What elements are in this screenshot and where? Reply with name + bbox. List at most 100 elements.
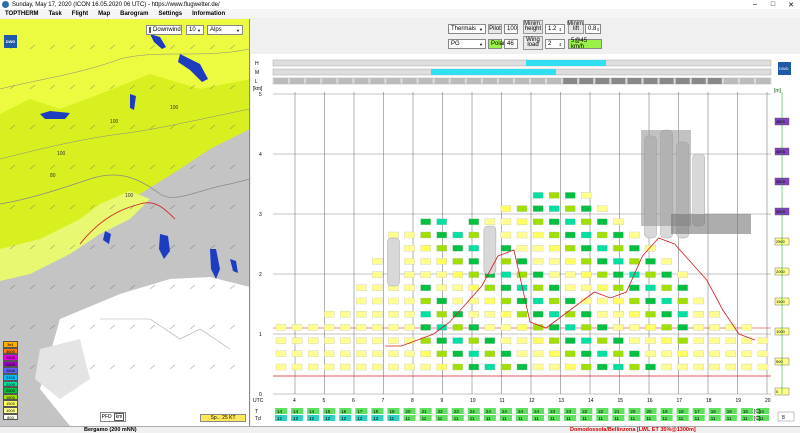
thermal-cell <box>613 350 624 357</box>
t-value: 14 <box>293 409 299 414</box>
min-height-input[interactable]: 1.2 ⇕ <box>545 24 565 34</box>
menu-information[interactable]: Information <box>187 11 230 17</box>
thermal-cell <box>340 311 351 318</box>
thermal-cell <box>532 271 544 278</box>
thermal-cell <box>404 231 415 239</box>
minimize-icon[interactable]: – <box>746 1 764 9</box>
thermal-cell <box>645 271 656 278</box>
thermal-cell <box>532 350 544 357</box>
pfd-button[interactable]: PFD km <box>100 412 126 422</box>
menu-flight[interactable]: Flight <box>67 11 93 17</box>
polar-input[interactable]: 46 <box>504 39 518 49</box>
spinner-icon[interactable]: ⇕ <box>559 42 562 47</box>
t-value: 16 <box>711 409 717 414</box>
spinner-icon[interactable]: ⇕ <box>559 27 562 32</box>
window-controls: – □ ✕ <box>746 1 800 9</box>
thermal-cell <box>388 337 399 344</box>
thermal-cell <box>629 311 640 318</box>
thermal-cell <box>548 192 560 199</box>
level-select[interactable]: 10 ▼ <box>186 25 204 35</box>
thermal-cell <box>516 205 528 212</box>
thermal-cell <box>581 231 592 239</box>
wing-load-input[interactable]: 2 ⇕ <box>545 39 565 49</box>
t-value: 16 <box>341 409 347 414</box>
thermal-cell <box>500 284 512 291</box>
app-icon <box>2 1 9 8</box>
thermal-chart-svg[interactable]: HML[km]012345UTC 4 5 6 7 8 9 10 11 12 13 14 15 16 17 18… <box>251 54 800 426</box>
thermal-cell <box>388 324 399 331</box>
thermal-cell <box>388 231 399 239</box>
thermal-cell <box>452 231 463 239</box>
menu-barogram[interactable]: Barogram <box>115 11 153 17</box>
thermal-cell <box>629 363 640 371</box>
low-cloud-cell <box>290 78 305 84</box>
thermal-cell <box>452 297 463 305</box>
thermal-cell <box>597 258 608 265</box>
min-lift-input[interactable]: 0.8 ⇕ <box>585 24 601 34</box>
menu-toptherm[interactable]: TOPTHERM <box>0 11 44 17</box>
pilot-input[interactable]: 100 <box>504 24 518 34</box>
contour-label: 100 <box>170 105 179 111</box>
low-cloud-cell <box>450 78 465 84</box>
low-cloud-cell <box>723 78 738 84</box>
thermal-cell <box>324 324 335 331</box>
thermal-cell <box>548 245 560 252</box>
thermal-cell <box>500 218 512 225</box>
thermal-cell <box>581 245 592 252</box>
thermal-cell <box>468 337 479 344</box>
low-cloud-cell <box>579 78 594 84</box>
t-value: 20 <box>630 409 636 414</box>
thermal-cell <box>436 231 447 239</box>
mode-select[interactable]: Thermals ▼ <box>448 24 486 34</box>
menu-settings[interactable]: Settings <box>153 11 187 17</box>
menu-map[interactable]: Map <box>93 11 115 17</box>
td-value: 11 <box>582 416 587 421</box>
thermal-cell <box>597 231 608 239</box>
color-legend: 3e1 3600 3000 2800 2600 2400 2200 2000 1800 1500 1… <box>3 341 18 421</box>
chevron-down-icon[interactable]: ▼ <box>236 28 240 33</box>
checkbox-icon[interactable] <box>149 27 151 33</box>
t-value: 24 <box>518 409 524 414</box>
hour-label: 18 <box>706 398 712 404</box>
km-toggle[interactable]: km <box>113 413 125 421</box>
altitude-scale-label: 4500 <box>776 119 786 124</box>
thermal-cell <box>693 337 704 344</box>
menu-task[interactable]: Task <box>44 11 67 17</box>
terrain-map[interactable]: 100 100 100 100 80 <box>0 19 250 426</box>
hour-label: 6 <box>352 398 355 404</box>
thermal-cell <box>565 311 576 318</box>
glider-select[interactable]: PG ▼ <box>448 39 486 49</box>
thermal-cell <box>709 363 720 371</box>
chevron-down-icon[interactable]: ▼ <box>479 27 483 32</box>
mode-value: Thermals <box>451 26 477 32</box>
close-icon[interactable]: ✕ <box>782 1 800 9</box>
spinner-icon[interactable]: ⇕ <box>596 27 599 32</box>
thermal-cell <box>500 311 512 318</box>
map-panel[interactable]: 100 100 100 100 80 DWD Downwind 10 ▼ Alp… <box>0 19 250 426</box>
td-value: 11 <box>663 416 668 421</box>
altitude-scale-label: 2500 <box>776 239 786 244</box>
t-value: 21 <box>422 409 428 414</box>
title-bar: Sunday, May 17, 2020 (ICON 16.05.2020 06… <box>0 0 800 9</box>
thermal-cell <box>356 337 367 344</box>
downwind-checkbox[interactable]: Downwind <box>146 25 182 35</box>
td-value: 11 <box>614 416 619 421</box>
chevron-down-icon[interactable]: ▼ <box>197 28 201 33</box>
low-cloud-cell <box>514 78 530 84</box>
thermal-cell <box>532 258 544 265</box>
polar-button[interactable]: Polar <box>488 39 505 49</box>
thermal-cell <box>420 231 431 239</box>
thermal-cell <box>500 337 512 344</box>
t-value: 21 <box>614 409 620 414</box>
chevron-down-icon[interactable]: ▼ <box>479 42 483 47</box>
cloud-row-label: L <box>255 79 258 85</box>
thermal-cell <box>516 218 528 225</box>
thermal-cell <box>548 337 560 344</box>
thermal-forecast-chart[interactable]: H M L [km] 0 1 2 3 4 5 UTC 4 5 6 7 8 9 10 11 12 13 14 15 16 17 18… <box>251 54 800 426</box>
speed-button[interactable]: 5@45 km/h <box>568 38 602 50</box>
hour-label: 4 <box>293 398 296 404</box>
td-value: 11 <box>454 416 459 421</box>
maximize-icon[interactable]: □ <box>764 1 782 9</box>
thermal-cell <box>629 350 640 357</box>
region-select[interactable]: Alps ▼ <box>207 25 243 35</box>
